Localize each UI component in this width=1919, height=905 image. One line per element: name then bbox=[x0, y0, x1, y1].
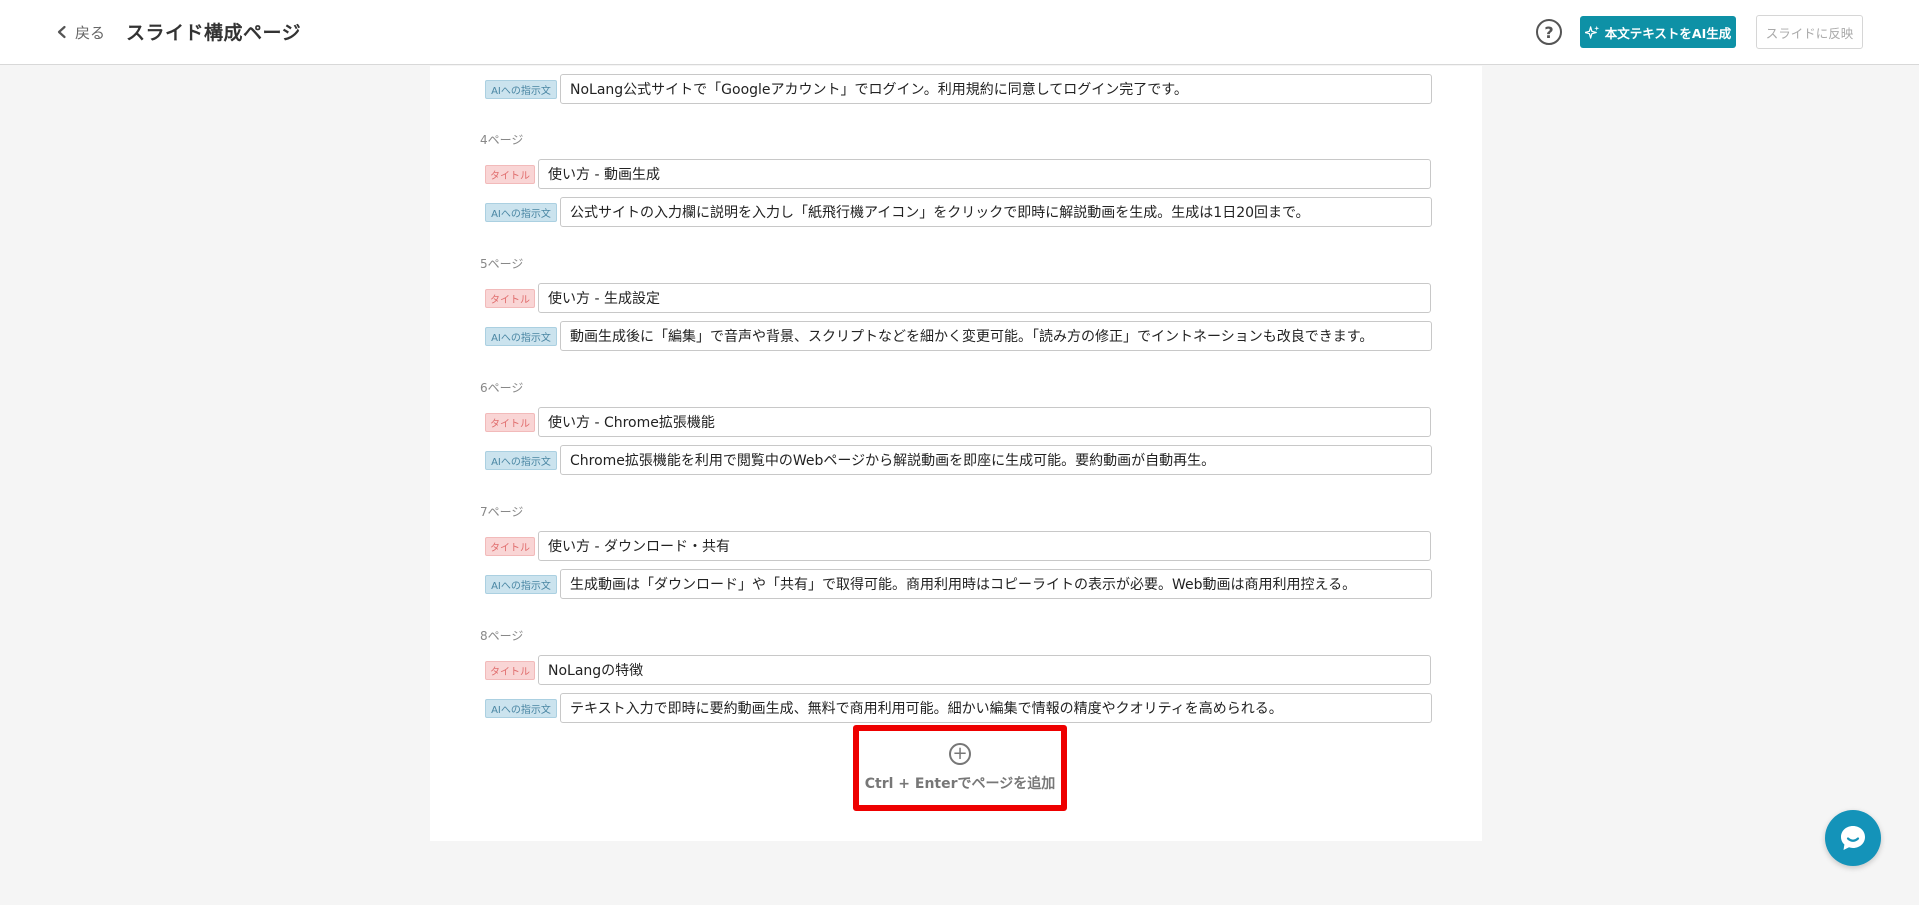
ai-instruction-input[interactable] bbox=[560, 569, 1432, 599]
page-title: スライド構成ページ bbox=[126, 22, 302, 44]
ai-generate-label: 本文テキストをAI生成 bbox=[1604, 25, 1732, 41]
ai-instruction-input[interactable] bbox=[560, 197, 1432, 227]
instruction-row: AIへの指示文 bbox=[485, 569, 1432, 599]
title-row: タイトル bbox=[485, 407, 1431, 437]
ai-instruction-tag: AIへの指示文 bbox=[485, 202, 557, 222]
page-label: 8ページ bbox=[480, 629, 524, 643]
ai-instruction-tag: AIへの指示文 bbox=[485, 326, 557, 346]
ai-generate-button[interactable]: 本文テキストをAI生成 bbox=[1580, 16, 1736, 48]
title-tag: タイトル bbox=[485, 164, 535, 184]
ai-instruction-tag: AIへの指示文 bbox=[485, 574, 557, 594]
instruction-row: AIへの指示文 bbox=[485, 197, 1432, 227]
slide-title-input[interactable] bbox=[538, 407, 1431, 437]
title-row: タイトル bbox=[485, 159, 1431, 189]
instruction-row: AIへの指示文 bbox=[485, 321, 1432, 351]
add-page-label: Ctrl + Enterでページを追加 bbox=[864, 776, 1056, 792]
sparkle-icon bbox=[1584, 25, 1600, 39]
instruction-row: AIへの指示文 bbox=[485, 445, 1432, 475]
ai-instruction-tag: AIへの指示文 bbox=[485, 698, 557, 718]
back-label: 戻る bbox=[75, 23, 106, 42]
slide-title-input[interactable] bbox=[538, 159, 1431, 189]
title-tag: タイトル bbox=[485, 660, 535, 680]
ai-instruction-input[interactable] bbox=[560, 321, 1432, 351]
page-label: 4ページ bbox=[480, 133, 524, 147]
chat-support-button[interactable] bbox=[1825, 810, 1881, 866]
ai-instruction-tag: AIへの指示文 bbox=[485, 450, 557, 470]
page-label: 5ページ bbox=[480, 257, 524, 271]
slide-title-input[interactable] bbox=[538, 283, 1431, 313]
title-tag: タイトル bbox=[485, 412, 535, 432]
add-page-button[interactable]: + Ctrl + Enterでページを追加 bbox=[853, 725, 1067, 811]
title-row: タイトル bbox=[485, 655, 1431, 685]
apply-to-slides-button[interactable]: スライドに反映 bbox=[1756, 15, 1863, 49]
page-label: 6ページ bbox=[480, 381, 524, 395]
help-icon[interactable]: ? bbox=[1536, 19, 1562, 45]
chevron-left-icon bbox=[57, 25, 66, 39]
ai-instruction-input[interactable] bbox=[560, 74, 1432, 104]
top-bar: 戻る スライド構成ページ ? 本文テキストをAI生成 スライドに反映 bbox=[0, 0, 1919, 65]
ai-instruction-input[interactable] bbox=[560, 693, 1432, 723]
instruction-row: AIへの指示文 bbox=[485, 74, 1432, 104]
page-label: 7ページ bbox=[480, 505, 524, 519]
ai-instruction-tag: AIへの指示文 bbox=[485, 79, 557, 99]
instruction-row: AIへの指示文 bbox=[485, 693, 1432, 723]
slide-title-input[interactable] bbox=[538, 531, 1431, 561]
title-row: タイトル bbox=[485, 283, 1431, 313]
chat-bubble-icon bbox=[1841, 826, 1865, 850]
title-row: タイトル bbox=[485, 531, 1431, 561]
title-tag: タイトル bbox=[485, 288, 535, 308]
slide-title-input[interactable] bbox=[538, 655, 1431, 685]
back-button[interactable]: 戻る bbox=[55, 20, 105, 44]
ai-instruction-input[interactable] bbox=[560, 445, 1432, 475]
title-tag: タイトル bbox=[485, 536, 535, 556]
plus-circle-icon: + bbox=[949, 743, 971, 765]
